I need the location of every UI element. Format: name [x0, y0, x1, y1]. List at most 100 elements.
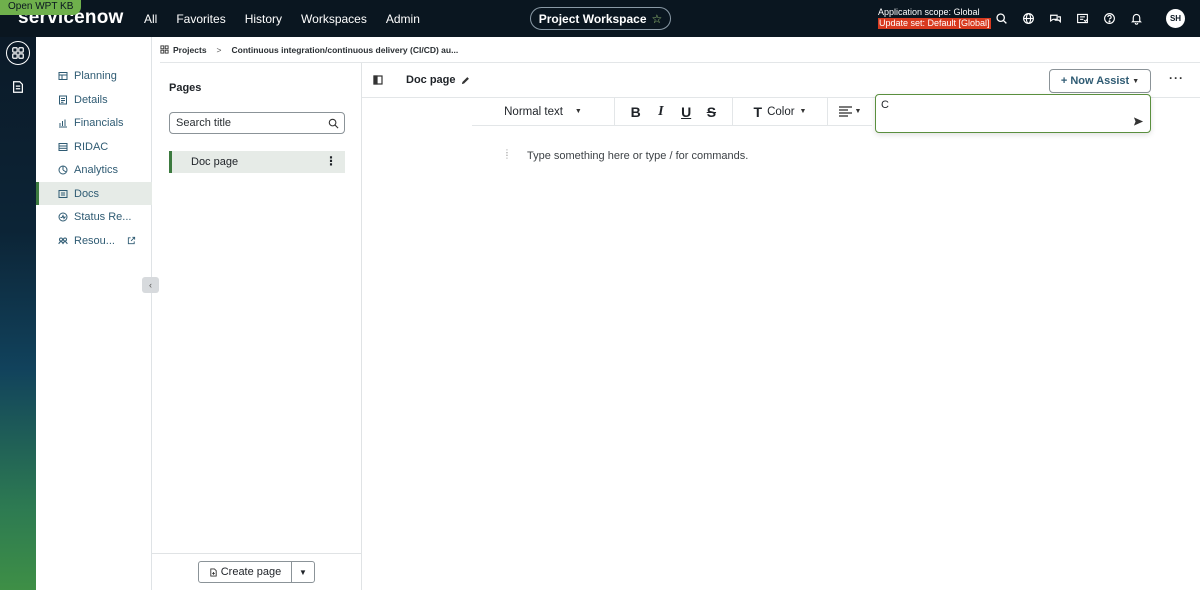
text-color-dropdown[interactable]: T Color ▼: [733, 97, 828, 126]
edit-pencil-icon[interactable]: [461, 76, 470, 85]
list-check-icon[interactable]: [1069, 5, 1096, 32]
chat-icon[interactable]: [1042, 5, 1069, 32]
editor-placeholder[interactable]: Type something here or type / for comman…: [527, 150, 748, 162]
main-nav: All Favorites History Workspaces Admin: [144, 0, 439, 37]
search-icon: [328, 118, 339, 129]
toggle-pages-panel-icon[interactable]: [373, 75, 383, 85]
module-planning[interactable]: Planning: [36, 64, 152, 87]
planning-icon: [58, 71, 68, 80]
docs-icon: [58, 189, 68, 198]
create-page-dropdown-chevron-icon[interactable]: ▼: [292, 568, 314, 577]
workspace-title: Project Workspace: [538, 11, 647, 26]
now-assist-prompt-box: [875, 94, 1151, 133]
chevron-down-icon: ▼: [574, 108, 582, 115]
breadcrumb-current-project[interactable]: Continuous integration/continuous delive…: [232, 45, 459, 55]
strikethrough-button[interactable]: S: [703, 104, 719, 120]
document-editor: Doc page + Now Assist ▼ ··· Normal text …: [362, 63, 1200, 590]
user-avatar[interactable]: SH: [1166, 9, 1185, 28]
module-ridac[interactable]: RIDAC: [36, 135, 152, 158]
page-item-label: Doc page: [191, 156, 239, 168]
text-style-dropdown[interactable]: Normal text ▼: [472, 97, 615, 126]
align-left-icon: [838, 106, 852, 117]
help-icon[interactable]: [1096, 5, 1123, 32]
breadcrumb: Projects > Continuous integration/contin…: [160, 37, 1200, 63]
search-icon[interactable]: [988, 5, 1015, 32]
module-label: Docs: [74, 187, 100, 200]
doc-title: Doc page: [406, 74, 470, 86]
alignment-dropdown[interactable]: ▼: [828, 98, 872, 126]
create-page-button[interactable]: Create page: [199, 562, 292, 582]
search-title-input[interactable]: Search title: [169, 112, 345, 134]
favorite-star-icon[interactable]: ☆: [652, 12, 663, 26]
now-assist-prompt-input[interactable]: [881, 97, 1121, 113]
pages-footer: Create page ▼: [152, 553, 361, 590]
module-label: Resou...: [74, 234, 115, 247]
module-resources[interactable]: Resou...: [36, 229, 152, 252]
update-set: Update set: Default [Global]: [878, 18, 991, 29]
module-label: Analytics: [74, 163, 119, 176]
text-color-label: Color: [767, 105, 795, 118]
breadcrumb-separator: >: [216, 44, 222, 55]
workspace-grid-icon[interactable]: [6, 41, 30, 65]
top-icon-group: [988, 0, 1150, 37]
now-assist-label: + Now Assist: [1060, 75, 1130, 87]
chevron-down-icon: ▼: [799, 108, 807, 115]
collapse-nav-chevron-icon[interactable]: ‹: [142, 277, 159, 293]
document-icon[interactable]: [6, 75, 30, 99]
module-label: RIDAC: [74, 140, 109, 153]
doc-title-text: Doc page: [406, 74, 456, 86]
scope-info[interactable]: Application scope: Global Update set: De…: [878, 7, 991, 29]
status-report-icon: [58, 212, 68, 221]
text-style-value: Normal text: [504, 105, 563, 118]
chevron-down-icon: ▼: [854, 108, 862, 115]
pages-heading: Pages: [169, 82, 202, 94]
doc-header: Doc page + Now Assist ▼ ···: [362, 63, 1200, 98]
create-page-button-group: Create page ▼: [198, 561, 315, 583]
send-icon[interactable]: [1133, 116, 1144, 127]
module-label: Status Re...: [74, 210, 132, 223]
block-drag-handle-icon[interactable]: ⋮ ⋮: [503, 149, 511, 161]
italic-button[interactable]: I: [653, 104, 669, 120]
bold-button[interactable]: B: [628, 104, 644, 120]
projects-grid-icon: [160, 45, 169, 54]
kebab-menu-icon[interactable]: ⋮: [325, 155, 337, 167]
pages-panel: Pages Search title Doc page ⋮ Create pag…: [152, 63, 362, 590]
module-docs[interactable]: Docs: [36, 182, 152, 205]
external-link-icon[interactable]: [127, 236, 136, 245]
globe-icon[interactable]: [1015, 5, 1042, 32]
now-assist-button[interactable]: + Now Assist ▼: [1049, 69, 1151, 93]
more-options-icon[interactable]: ···: [1169, 71, 1184, 85]
ridac-icon: [58, 142, 68, 151]
bell-icon[interactable]: [1123, 5, 1150, 32]
application-scope: Application scope: Global: [878, 7, 980, 17]
workspace-title-pill[interactable]: Project Workspace ☆: [530, 7, 671, 30]
module-details[interactable]: Details: [36, 88, 152, 111]
module-label: Planning: [74, 69, 117, 82]
project-module-nav: Planning Details Financials RIDAC Analyt…: [36, 37, 152, 590]
nav-workspaces[interactable]: Workspaces: [301, 12, 367, 26]
new-document-icon: [210, 567, 217, 577]
module-status-reports[interactable]: Status Re...: [36, 205, 152, 228]
underline-button[interactable]: U: [678, 104, 694, 120]
open-kb-badge[interactable]: Open WPT KB: [0, 0, 82, 15]
format-buttons: B I U S: [615, 97, 733, 126]
left-rail: [0, 37, 36, 590]
module-analytics[interactable]: Analytics: [36, 158, 152, 181]
module-label: Financials: [74, 116, 124, 129]
search-input-text: Search title: [176, 117, 232, 129]
nav-all[interactable]: All: [144, 12, 157, 26]
nav-history[interactable]: History: [245, 12, 282, 26]
page-item-doc-page[interactable]: Doc page ⋮: [169, 151, 345, 173]
nav-favorites[interactable]: Favorites: [176, 12, 225, 26]
top-navigation-bar: Open WPT KB servicenow All Favorites His…: [0, 0, 1200, 37]
chevron-down-icon: ▼: [1132, 77, 1140, 85]
module-financials[interactable]: Financials: [36, 111, 152, 134]
nav-admin[interactable]: Admin: [386, 12, 420, 26]
text-color-icon: T: [753, 103, 763, 120]
analytics-icon: [58, 165, 68, 174]
details-icon: [59, 95, 67, 104]
module-label: Details: [74, 93, 108, 106]
formatting-toolbar: Normal text ▼ B I U S T Color ▼ ▼: [472, 97, 872, 126]
create-page-label: Create page: [220, 566, 282, 578]
breadcrumb-projects[interactable]: Projects: [173, 45, 207, 55]
